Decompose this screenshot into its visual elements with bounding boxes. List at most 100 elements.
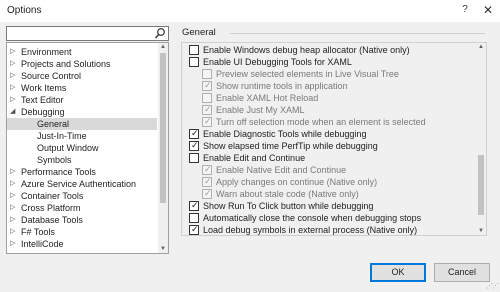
tree-item[interactable]: ▷ Azure Service Authentication <box>7 178 157 190</box>
tree-item[interactable]: Just-In-Time <box>7 130 157 142</box>
options-tree[interactable]: ▷ Environment ▷ Projects and Solutions ▷ Sour… <box>6 42 169 254</box>
scroll-up-icon[interactable]: ▲ <box>158 44 168 50</box>
tree-item[interactable]: ▷ Source Control <box>7 70 157 82</box>
search-input[interactable] <box>7 27 158 40</box>
expand-arrow-icon[interactable]: ▷ <box>10 238 15 250</box>
options-scroll-thumb[interactable] <box>478 155 484 215</box>
tree-scroll-thumb[interactable] <box>160 53 166 203</box>
ok-button[interactable]: OK <box>370 263 426 282</box>
section-title: General <box>182 27 216 38</box>
option-label: Enable Windows debug heap allocator (Nat… <box>203 45 410 55</box>
checkmark-icon: ✓ <box>204 116 212 126</box>
tree-item[interactable]: ▷ Work Items <box>7 82 157 94</box>
option-label: Turn off selection mode when an element … <box>216 117 426 127</box>
tree-item-label: Just-In-Time <box>37 131 87 141</box>
collapse-arrow-icon[interactable]: ◢ <box>10 106 15 118</box>
option-label: Automatically close the console when deb… <box>203 213 422 223</box>
option-label: Show Run To Click button while debugging <box>203 201 374 211</box>
tree-item[interactable]: ▷ Cross Platform <box>7 202 157 214</box>
tree-item[interactable]: Symbols <box>7 154 157 166</box>
checkbox-checked-icon[interactable]: ✓ <box>189 224 199 235</box>
tree-item-label: Azure Service Authentication <box>21 179 137 189</box>
tree-scrollbar[interactable]: ▲ ▼ <box>158 43 168 253</box>
checkbox-checked-icon: ✓ <box>202 80 212 91</box>
options-panel: Enable Windows debug heap allocator (Nat… <box>181 42 487 236</box>
tree-item-label: Debugging <box>21 107 65 117</box>
tree-item-label: Symbols <box>37 155 72 165</box>
tree-item[interactable]: ▷ IntelliCode <box>7 238 157 250</box>
expand-arrow-icon[interactable]: ▷ <box>10 94 15 106</box>
expand-arrow-icon[interactable]: ▷ <box>10 214 15 226</box>
option-label: Apply changes on continue (Native only) <box>216 177 378 187</box>
checkbox-checked-icon[interactable]: ✓ <box>189 140 199 151</box>
tree-item-label: Work Items <box>21 83 67 93</box>
expand-arrow-icon[interactable]: ▷ <box>10 166 15 178</box>
checkmark-icon: ✓ <box>204 80 212 90</box>
checkbox-checked-icon: ✓ <box>202 116 212 127</box>
tree-item[interactable]: Output Window <box>7 142 157 154</box>
tree-item[interactable]: ▷ Text Editor <box>7 94 157 106</box>
tree-item[interactable]: ▷ Database Tools <box>7 214 157 226</box>
tree-item-label: General <box>37 119 70 129</box>
close-icon[interactable]: ✕ <box>481 3 495 17</box>
tree-item-label: Cross Platform <box>21 203 81 213</box>
expand-arrow-icon[interactable]: ▷ <box>10 226 15 238</box>
tree-item-label: IntelliCode <box>21 239 64 249</box>
checkbox-unchecked-icon[interactable] <box>189 57 199 67</box>
scroll-down-icon[interactable]: ▼ <box>476 228 486 234</box>
tree-item-label: Projects and Solutions <box>21 59 111 69</box>
option-label: Enable Edit and Continue <box>203 153 306 163</box>
checkmark-icon: ✓ <box>191 140 199 150</box>
option-label: Preview selected elements in Live Visual… <box>216 69 399 79</box>
option-label: Load debug symbols in external process (… <box>203 225 418 235</box>
expand-arrow-icon[interactable]: ▷ <box>10 70 15 82</box>
cancel-button[interactable]: Cancel <box>434 263 490 282</box>
tree-item[interactable]: ▷ Performance Tools <box>7 166 157 178</box>
checkbox-unchecked-icon[interactable] <box>189 153 199 163</box>
expand-arrow-icon[interactable]: ▷ <box>10 82 15 94</box>
option-label: Enable XAML Hot Reload <box>216 93 319 103</box>
option-label: Warn about stale code (Native only) <box>216 189 359 199</box>
checkbox-checked-icon[interactable]: ✓ <box>189 200 199 211</box>
expand-arrow-icon[interactable]: ▷ <box>10 46 15 58</box>
expand-arrow-icon[interactable]: ▷ <box>10 178 15 190</box>
checkbox-checked-icon: ✓ <box>202 188 212 199</box>
tree-item-label: Container Tools <box>21 191 84 201</box>
search-icon[interactable] <box>154 27 166 40</box>
tree-item[interactable]: ▷ Container Tools <box>7 190 157 202</box>
expand-arrow-icon[interactable]: ▷ <box>10 58 15 70</box>
options-scrollbar[interactable]: ▲ ▼ <box>476 43 486 235</box>
scroll-up-icon[interactable]: ▲ <box>476 44 486 50</box>
tree-item-label: Environment <box>21 47 72 57</box>
option-label: Enable UI Debugging Tools for XAML <box>203 57 352 67</box>
scroll-down-icon[interactable]: ▼ <box>158 246 168 252</box>
option-label: Enable Just My XAML <box>216 105 305 115</box>
tree-item-label: Performance Tools <box>21 167 96 177</box>
tree-item[interactable]: ▷ F# Tools <box>7 226 157 238</box>
tree-item[interactable]: ▷ Environment <box>7 46 157 58</box>
resize-grip-icon[interactable]: ⋰⋰ <box>486 282 499 290</box>
tree-item-label: Source Control <box>21 71 82 81</box>
tree-item[interactable]: ▷ Projects and Solutions <box>7 58 157 70</box>
title-bar: Options ? ✕ <box>0 0 500 22</box>
option-label: Enable Native Edit and Continue <box>216 165 347 175</box>
window-title: Options <box>7 5 42 16</box>
option-label: Show elapsed time PerfTip while debuggin… <box>203 141 378 151</box>
option-label: Show runtime tools in application <box>216 81 348 91</box>
checkmark-icon: ✓ <box>191 200 199 210</box>
tree-item-label: Database Tools <box>21 215 83 225</box>
tree-item-label: Output Window <box>37 143 99 153</box>
help-icon[interactable]: ? <box>458 3 472 17</box>
section-divider <box>230 33 485 34</box>
checkmark-icon: ✓ <box>191 224 199 234</box>
expand-arrow-icon[interactable]: ▷ <box>10 190 15 202</box>
expand-arrow-icon[interactable]: ▷ <box>10 202 15 214</box>
tree-item-label: F# Tools <box>21 227 55 237</box>
checkmark-icon: ✓ <box>204 188 212 198</box>
tree-item-label: Text Editor <box>21 95 64 105</box>
search-box[interactable] <box>6 26 169 41</box>
option-label: Enable Diagnostic Tools while debugging <box>203 129 367 139</box>
tree-item[interactable]: ◢ Debugging <box>7 106 157 118</box>
tree-item[interactable]: General <box>7 118 157 130</box>
checkbox-unchecked-icon[interactable] <box>189 45 199 55</box>
